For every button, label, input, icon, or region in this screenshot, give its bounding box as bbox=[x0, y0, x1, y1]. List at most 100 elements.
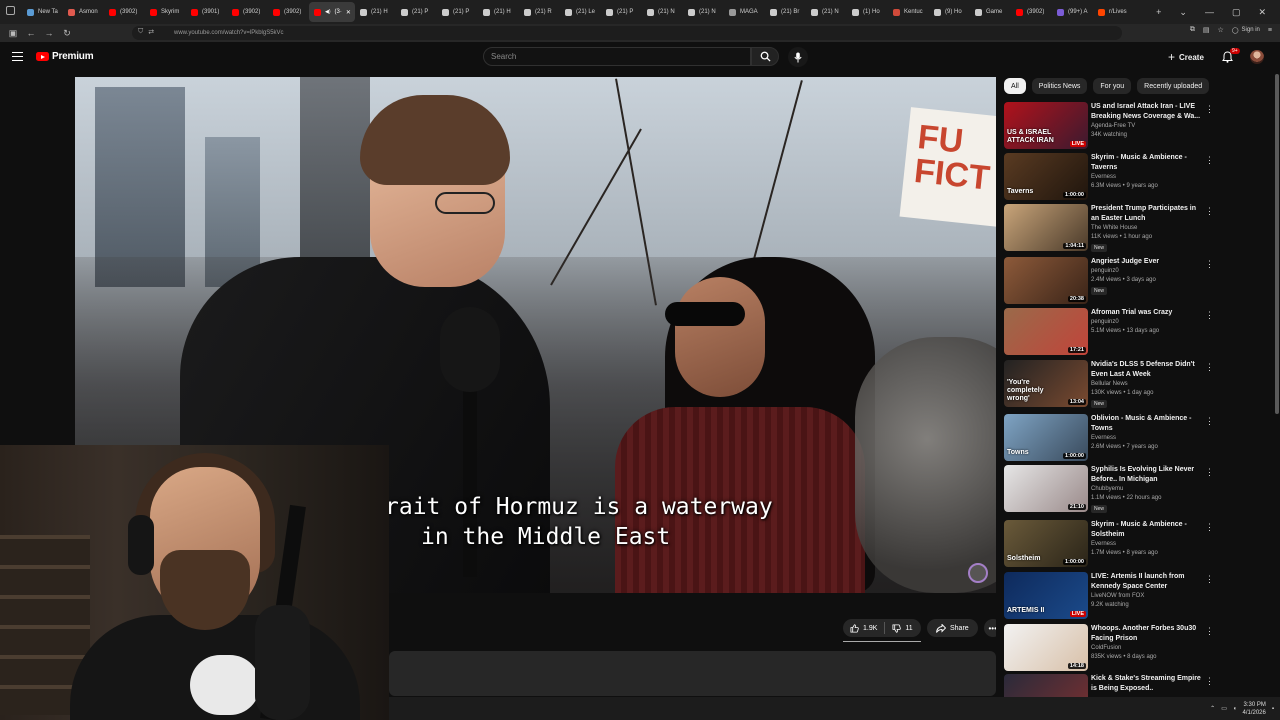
tab-audio-icon[interactable]: ◀) bbox=[325, 9, 331, 15]
create-button[interactable]: + Create bbox=[1168, 48, 1204, 66]
recommendation-thumbnail[interactable]: Towns 1:00:00 bbox=[1004, 414, 1088, 461]
filter-chip[interactable]: Recently uploaded bbox=[1137, 78, 1210, 94]
more-vertical-icon[interactable]: ⋮ bbox=[1205, 104, 1214, 115]
recommendation-title[interactable]: LIVE: Artemis II launch from Kennedy Spa… bbox=[1091, 572, 1203, 592]
recommendation-channel[interactable]: ColdFusion bbox=[1091, 645, 1121, 651]
recommendation-title[interactable]: Skyrim - Music & Ambience - Taverns bbox=[1091, 153, 1203, 173]
browser-tab[interactable]: (3902) bbox=[1011, 2, 1052, 22]
browser-tab[interactable]: (21) P bbox=[396, 2, 437, 22]
more-vertical-icon[interactable]: ⋮ bbox=[1205, 676, 1214, 687]
browser-tab[interactable]: (21) R bbox=[519, 2, 560, 22]
recommendation-title[interactable]: Skyrim - Music & Ambience - Solstheim bbox=[1091, 520, 1203, 540]
filter-chip[interactable]: Politics News bbox=[1031, 78, 1088, 94]
browser-tab[interactable]: (3902) bbox=[227, 2, 268, 22]
filter-chip[interactable]: All bbox=[1004, 78, 1026, 94]
recommendation-channel[interactable]: Everness bbox=[1091, 541, 1116, 547]
channel-watermark[interactable] bbox=[968, 563, 988, 583]
recommendation-thumbnail[interactable]: Solstheim 1:00:00 bbox=[1004, 520, 1088, 567]
site-info-icons[interactable]: ⛉ ⇄ bbox=[138, 28, 154, 36]
recommendation-channel[interactable]: LiveNOW from FOX bbox=[1091, 593, 1144, 599]
network-icon[interactable]: ▭ bbox=[1221, 705, 1227, 712]
recommendation-thumbnail[interactable]: 1:04:11 bbox=[1004, 204, 1088, 251]
recommendation-item[interactable]: 17:21 Afroman Trial was Crazy penguinz0 5.1… bbox=[1004, 308, 1274, 356]
like-button[interactable]: 1.9K bbox=[843, 619, 884, 637]
recommendation-channel[interactable]: Everness bbox=[1091, 174, 1116, 180]
system-clock[interactable]: 3:30 PM 4/1/2026 bbox=[1243, 701, 1266, 717]
recommendation-item[interactable]: Kick & Stake's Streaming Empire is Being… bbox=[1004, 674, 1274, 697]
more-vertical-icon[interactable]: ⋮ bbox=[1205, 626, 1214, 637]
tab-close-icon[interactable]: ✕ bbox=[346, 9, 351, 16]
recommendation-channel[interactable]: Chubbyemu bbox=[1091, 486, 1123, 492]
recommendation-item[interactable]: ARTEMIS II LIVE LIVE: Artemis II launch fr… bbox=[1004, 572, 1274, 620]
recommendation-title[interactable]: President Trump Participates in an Easte… bbox=[1091, 204, 1203, 224]
recommendation-thumbnail[interactable]: US & ISRAEL ATTACK IRAN LIVE bbox=[1004, 102, 1088, 149]
volume-icon[interactable]: ◖ bbox=[1233, 706, 1237, 712]
settings-menu-icon[interactable]: ≡ bbox=[1268, 27, 1272, 34]
sign-in-button[interactable]: ◯ Sign in bbox=[1232, 27, 1260, 34]
recommendation-title[interactable]: US and Israel Attack Iran - LIVE Breakin… bbox=[1091, 102, 1203, 122]
more-vertical-icon[interactable]: ⋮ bbox=[1205, 310, 1214, 321]
recommendation-title[interactable]: Oblivion - Music & Ambience - Towns bbox=[1091, 414, 1203, 434]
browser-tab[interactable]: (3902) bbox=[104, 2, 145, 22]
browser-tab[interactable]: (21) Le bbox=[560, 2, 601, 22]
recommendation-channel[interactable]: The White House bbox=[1091, 225, 1137, 231]
browser-tab[interactable]: r/Lives bbox=[1093, 2, 1134, 22]
tab-actions-icon[interactable] bbox=[6, 6, 15, 15]
maximize-button[interactable]: ▢ bbox=[1232, 7, 1241, 18]
recommendation-title[interactable]: Syphilis Is Evolving Like Never Before..… bbox=[1091, 465, 1203, 485]
recommendation-channel[interactable]: Agenda-Free TV bbox=[1091, 123, 1135, 129]
browser-tab[interactable]: (21) H bbox=[478, 2, 519, 22]
recommendation-thumbnail[interactable] bbox=[1004, 674, 1088, 697]
dislike-button[interactable]: 11 bbox=[885, 619, 919, 637]
notifications-icon[interactable]: ▪ bbox=[1272, 706, 1274, 712]
browser-tab[interactable]: (21) N bbox=[806, 2, 847, 22]
browser-tab[interactable]: (1) Ho bbox=[847, 2, 888, 22]
recommendation-title[interactable]: Kick & Stake's Streaming Empire is Being… bbox=[1091, 674, 1203, 694]
more-vertical-icon[interactable]: ⋮ bbox=[1205, 362, 1214, 373]
recommendation-item[interactable]: Solstheim 1:00:00 Skyrim - Music & Ambienc… bbox=[1004, 520, 1274, 568]
recommendation-item[interactable]: 20:38 Angriest Judge Ever penguinz0 2.4M vi… bbox=[1004, 257, 1274, 305]
browser-tab[interactable]: ◀) (3· ✕ bbox=[309, 2, 355, 22]
account-avatar[interactable] bbox=[1250, 50, 1264, 64]
recommendation-channel[interactable]: Bellular News bbox=[1091, 381, 1128, 387]
recommendation-thumbnail[interactable]: ARTEMIS II LIVE bbox=[1004, 572, 1088, 619]
reload-button[interactable]: ↻ bbox=[58, 28, 76, 39]
more-vertical-icon[interactable]: ⋮ bbox=[1205, 259, 1214, 270]
recommendation-thumbnail[interactable]: 21:10 bbox=[1004, 465, 1088, 512]
more-vertical-icon[interactable]: ⋮ bbox=[1205, 467, 1214, 478]
recommendation-item[interactable]: 14:18 Whoops. Another Forbes 30u30 Facing… bbox=[1004, 624, 1274, 672]
url-bar[interactable]: ⛉ ⇄ www.youtube.com/watch?v=lPkblgS5kVc bbox=[132, 26, 1122, 40]
recommendation-channel[interactable]: Everness bbox=[1091, 435, 1116, 441]
tray-overflow-icon[interactable]: ⌃ bbox=[1210, 705, 1215, 712]
more-vertical-icon[interactable]: ⋮ bbox=[1205, 574, 1214, 585]
recommendation-item[interactable]: Towns 1:00:00 Oblivion - Music & Ambience … bbox=[1004, 414, 1274, 462]
browser-tab[interactable]: (21) N bbox=[642, 2, 683, 22]
browser-tab[interactable]: (21) Br bbox=[765, 2, 806, 22]
search-input[interactable]: Search bbox=[483, 47, 751, 66]
filter-chip[interactable]: For you bbox=[1093, 78, 1132, 94]
recommendation-thumbnail[interactable]: 14:18 bbox=[1004, 624, 1088, 671]
tab-search-icon[interactable]: ⌄ bbox=[1179, 7, 1187, 18]
recommendation-thumbnail[interactable]: 20:38 bbox=[1004, 257, 1088, 304]
recommendation-title[interactable]: Afroman Trial was Crazy bbox=[1091, 308, 1203, 318]
close-window-button[interactable]: ✕ bbox=[1258, 7, 1266, 18]
browser-tab[interactable]: New Ta bbox=[22, 2, 63, 22]
recommendation-item[interactable]: Taverns 1:00:00 Skyrim - Music & Ambience … bbox=[1004, 153, 1274, 201]
browser-tab[interactable]: (9) Ho bbox=[929, 2, 970, 22]
hamburger-menu-icon[interactable] bbox=[12, 52, 23, 61]
more-vertical-icon[interactable]: ⋮ bbox=[1205, 416, 1214, 427]
recommendation-channel[interactable]: penguinz0 bbox=[1091, 268, 1119, 274]
browser-tab[interactable]: MAGA bbox=[724, 2, 765, 22]
browser-tab[interactable]: (99+) A bbox=[1052, 2, 1093, 22]
more-vertical-icon[interactable]: ⋮ bbox=[1205, 522, 1214, 533]
back-button[interactable]: ← bbox=[22, 28, 40, 38]
recommendation-item[interactable]: 'You're completely wrong' 13:04 Nvidia's D… bbox=[1004, 360, 1274, 408]
browser-tab[interactable]: (21) N bbox=[683, 2, 724, 22]
recommendation-title[interactable]: Angriest Judge Ever bbox=[1091, 257, 1203, 267]
extensions-icon[interactable]: ⧉ bbox=[1190, 26, 1195, 34]
more-vertical-icon[interactable]: ⋮ bbox=[1205, 155, 1214, 166]
recommendation-thumbnail[interactable]: Taverns 1:00:00 bbox=[1004, 153, 1088, 200]
new-tab-button[interactable]: + bbox=[1156, 7, 1161, 17]
forward-button[interactable]: → bbox=[40, 28, 58, 38]
video-description-box[interactable] bbox=[389, 651, 996, 696]
